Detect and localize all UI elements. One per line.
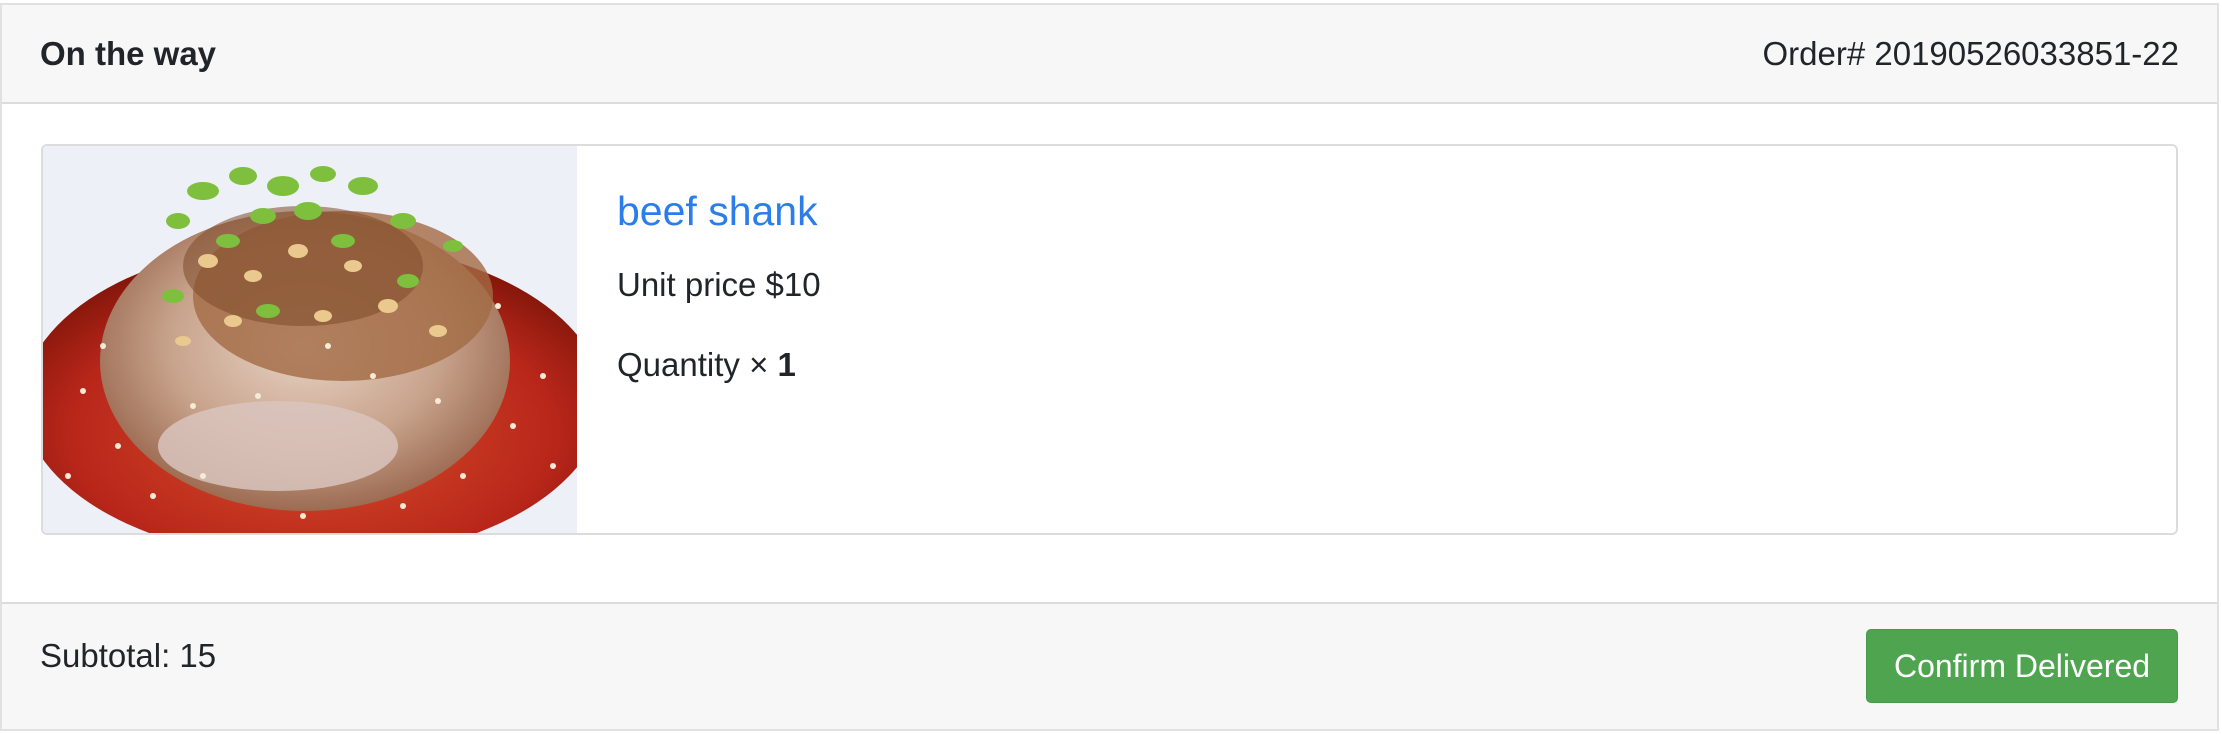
- quantity-value: 1: [777, 346, 796, 383]
- order-header: On the way Order# 20190526033851-22: [2, 5, 2217, 104]
- item-image: [43, 146, 577, 533]
- order-item: beef shank Unit price $10 Quantity × 1: [41, 144, 2178, 535]
- confirm-delivered-button[interactable]: Confirm Delivered: [1866, 629, 2178, 703]
- order-subtotal: Subtotal: 15: [40, 637, 217, 674]
- quantity-label: Quantity ×: [617, 346, 778, 383]
- item-unit-price: Unit price $10: [617, 266, 821, 303]
- order-card: On the way Order# 20190526033851-22 beef…: [0, 3, 2219, 731]
- item-name-link[interactable]: beef shank: [617, 188, 818, 235]
- dish-photo: [43, 146, 577, 533]
- order-footer: Subtotal: 15 Confirm Delivered: [2, 602, 2217, 729]
- order-status: On the way: [40, 35, 217, 72]
- order-number: Order# 20190526033851-22: [1762, 35, 2179, 72]
- item-quantity: Quantity × 1: [617, 346, 796, 384]
